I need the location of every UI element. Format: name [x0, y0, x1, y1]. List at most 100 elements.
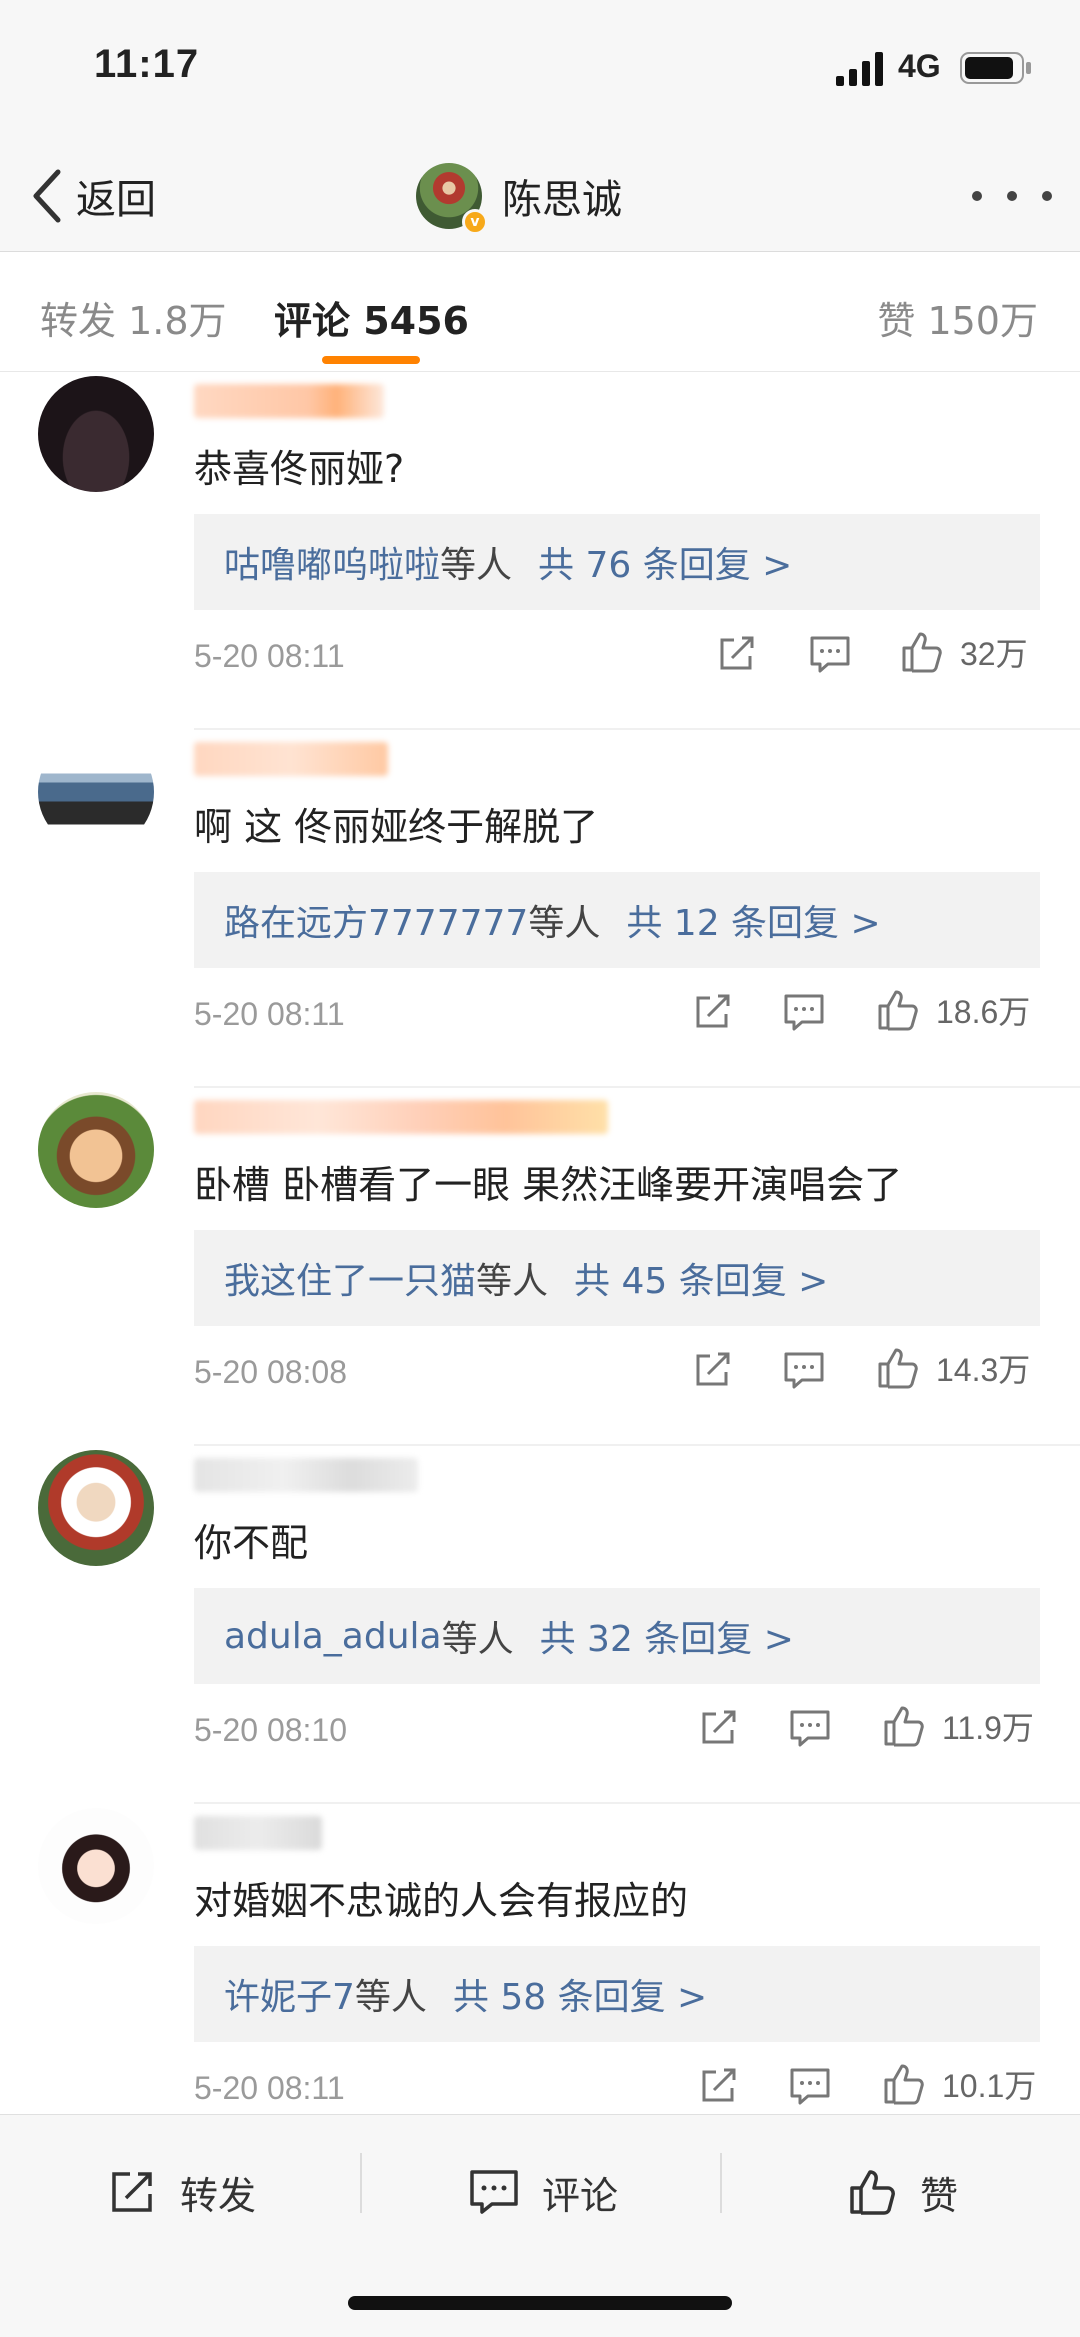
comment-button[interactable]: 评论 — [468, 2157, 618, 2227]
user-name: 陈思诚 — [502, 177, 622, 223]
like-label: 赞 — [920, 2173, 959, 2218]
more-options-button[interactable] — [972, 176, 1052, 216]
network-type: 4G — [898, 48, 941, 84]
share-button[interactable] — [690, 990, 734, 1034]
like-button[interactable]: 32万 — [898, 628, 1028, 676]
reply-suffix: 等人 — [528, 903, 601, 944]
username-blurred[interactable] — [194, 1100, 608, 1134]
thumbs-up-icon — [884, 2064, 924, 2105]
reply-user[interactable]: 咕噜嘟呜啦啦 — [224, 536, 440, 588]
thumbs-up-icon — [878, 1348, 918, 1389]
reply-user[interactable]: 许妮子7 — [224, 1968, 355, 2020]
reply-suffix: 等人 — [440, 545, 513, 586]
share-button[interactable] — [696, 1706, 740, 1750]
home-indicator[interactable] — [348, 2296, 732, 2310]
username-blurred[interactable] — [194, 384, 384, 418]
reply-summary[interactable]: adula_adula 等人 共 32 条回复 > — [194, 1588, 1040, 1684]
username-blurred[interactable] — [194, 742, 388, 776]
comment-icon — [790, 2068, 830, 2105]
username-blurred[interactable] — [194, 1816, 322, 1850]
like-count: 10.1万 — [942, 2068, 1037, 2104]
thumbs-up-icon — [884, 1706, 924, 1747]
reply-summary[interactable]: 许妮子7 等人 共 58 条回复 > — [194, 1946, 1040, 2042]
commenter-avatar[interactable] — [38, 1808, 154, 1924]
commenter-avatar[interactable] — [38, 1450, 154, 1566]
reply-button[interactable] — [788, 2064, 832, 2108]
share-icon — [696, 994, 730, 1028]
status-time: 11:17 — [94, 42, 200, 86]
toolbar-separator — [360, 2153, 362, 2213]
like-count: 14.3万 — [936, 1352, 1031, 1388]
thumbs-up-icon — [902, 632, 942, 673]
reply-count[interactable]: 共 32 条回复 > — [540, 1610, 794, 1662]
more-dot-icon — [972, 191, 982, 201]
commenter-avatar[interactable] — [38, 734, 154, 850]
commenter-avatar[interactable] — [38, 1092, 154, 1208]
reply-count[interactable]: 共 58 条回复 > — [453, 1968, 707, 2020]
reply-user[interactable]: adula_adula — [224, 1616, 442, 1657]
like-button[interactable]: 10.1万 — [880, 2060, 1036, 2108]
share-button[interactable] — [714, 632, 758, 676]
reply-count[interactable]: 共 45 条回复 > — [574, 1252, 828, 1304]
reply-button[interactable] — [808, 632, 852, 676]
thumbs-up-icon — [850, 2170, 895, 2215]
comment-icon — [790, 1710, 830, 1747]
reply-button[interactable] — [782, 990, 826, 1034]
reply-button[interactable] — [788, 1706, 832, 1750]
comment-time: 5-20 08:11 — [194, 2070, 345, 2106]
comment-item: 对婚姻不忠诚的人会有报应的 许妮子7 等人 共 58 条回复 > 5-20 08… — [0, 1804, 1080, 2114]
comment-time: 5-20 08:08 — [194, 1354, 348, 1390]
comment-item: 你不配 adula_adula 等人 共 32 条回复 > 5-20 08:10… — [0, 1446, 1080, 1804]
user-avatar: v — [416, 163, 488, 235]
like-button[interactable]: 14.3万 — [874, 1344, 1030, 1392]
reply-suffix: 等人 — [354, 1977, 427, 2018]
comment-icon — [470, 2170, 518, 2214]
reply-user[interactable]: 路在远方7777777 — [224, 894, 528, 946]
comment-icon — [784, 1352, 824, 1389]
repost-button[interactable]: 转发 — [106, 2157, 256, 2227]
thumbs-up-icon — [878, 990, 918, 1031]
share-icon — [112, 2172, 152, 2212]
like-count: 32万 — [960, 636, 1028, 672]
tab-likes[interactable]: 赞 150万 — [877, 290, 1038, 345]
reply-summary[interactable]: 咕噜嘟呜啦啦 等人 共 76 条回复 > — [194, 514, 1040, 610]
comment-label: 评论 — [542, 2173, 619, 2218]
tab-repost[interactable]: 转发 1.8万 — [40, 290, 227, 345]
reply-summary[interactable]: 路在远方7777777 等人 共 12 条回复 > — [194, 872, 1040, 968]
comment-text: 对婚姻不忠诚的人会有报应的 — [194, 1879, 689, 1923]
signal-icon — [836, 52, 883, 86]
reply-count[interactable]: 共 76 条回复 > — [538, 536, 792, 588]
back-label: 返回 — [76, 177, 156, 223]
verified-badge-icon: v — [462, 209, 488, 235]
like-post-button[interactable]: 赞 — [846, 2157, 958, 2227]
reply-count[interactable]: 共 12 条回复 > — [626, 894, 880, 946]
nav-user[interactable]: v 陈思诚 — [416, 156, 622, 236]
toolbar-separator — [720, 2153, 722, 2213]
comment-list[interactable]: 恭喜佟丽娅? 咕噜嘟呜啦啦 等人 共 76 条回复 > 5-20 08:11 3… — [0, 372, 1080, 2114]
tab-bar: 转发 1.8万 评论 5456 赞 150万 — [0, 252, 1080, 372]
like-button[interactable]: 11.9万 — [880, 1702, 1034, 1750]
reply-user[interactable]: 我这住了一只猫 — [224, 1252, 476, 1304]
comment-icon — [784, 994, 824, 1031]
reply-summary[interactable]: 我这住了一只猫 等人 共 45 条回复 > — [194, 1230, 1040, 1326]
comment-time: 5-20 08:11 — [194, 996, 345, 1032]
share-button[interactable] — [696, 2064, 740, 2108]
share-icon — [702, 1710, 736, 1744]
like-count: 18.6万 — [936, 994, 1031, 1030]
back-button[interactable]: 返回 — [30, 160, 156, 232]
comment-text: 卧槽 卧槽看了一眼 果然汪峰要开演唱会了 — [194, 1163, 903, 1207]
like-button[interactable]: 18.6万 — [874, 986, 1030, 1034]
tab-comments[interactable]: 评论 5456 — [274, 290, 469, 345]
comment-text: 你不配 — [194, 1521, 309, 1565]
commenter-avatar[interactable] — [38, 376, 154, 492]
reply-button[interactable] — [782, 1348, 826, 1392]
comment-item: 恭喜佟丽娅? 咕噜嘟呜啦啦 等人 共 76 条回复 > 5-20 08:11 3… — [0, 372, 1080, 730]
reply-suffix: 等人 — [476, 1261, 549, 1302]
share-icon — [702, 2068, 736, 2102]
share-button[interactable] — [690, 1348, 734, 1392]
weibo-comments-screen: 11:17 4G 返回 v 陈思诚 转发 1.8万 评论 5456 赞 150万… — [0, 0, 1080, 2337]
username-blurred[interactable] — [194, 1458, 418, 1492]
chevron-left-icon — [33, 169, 61, 223]
like-count: 11.9万 — [942, 1710, 1034, 1746]
battery-icon — [960, 52, 1031, 84]
